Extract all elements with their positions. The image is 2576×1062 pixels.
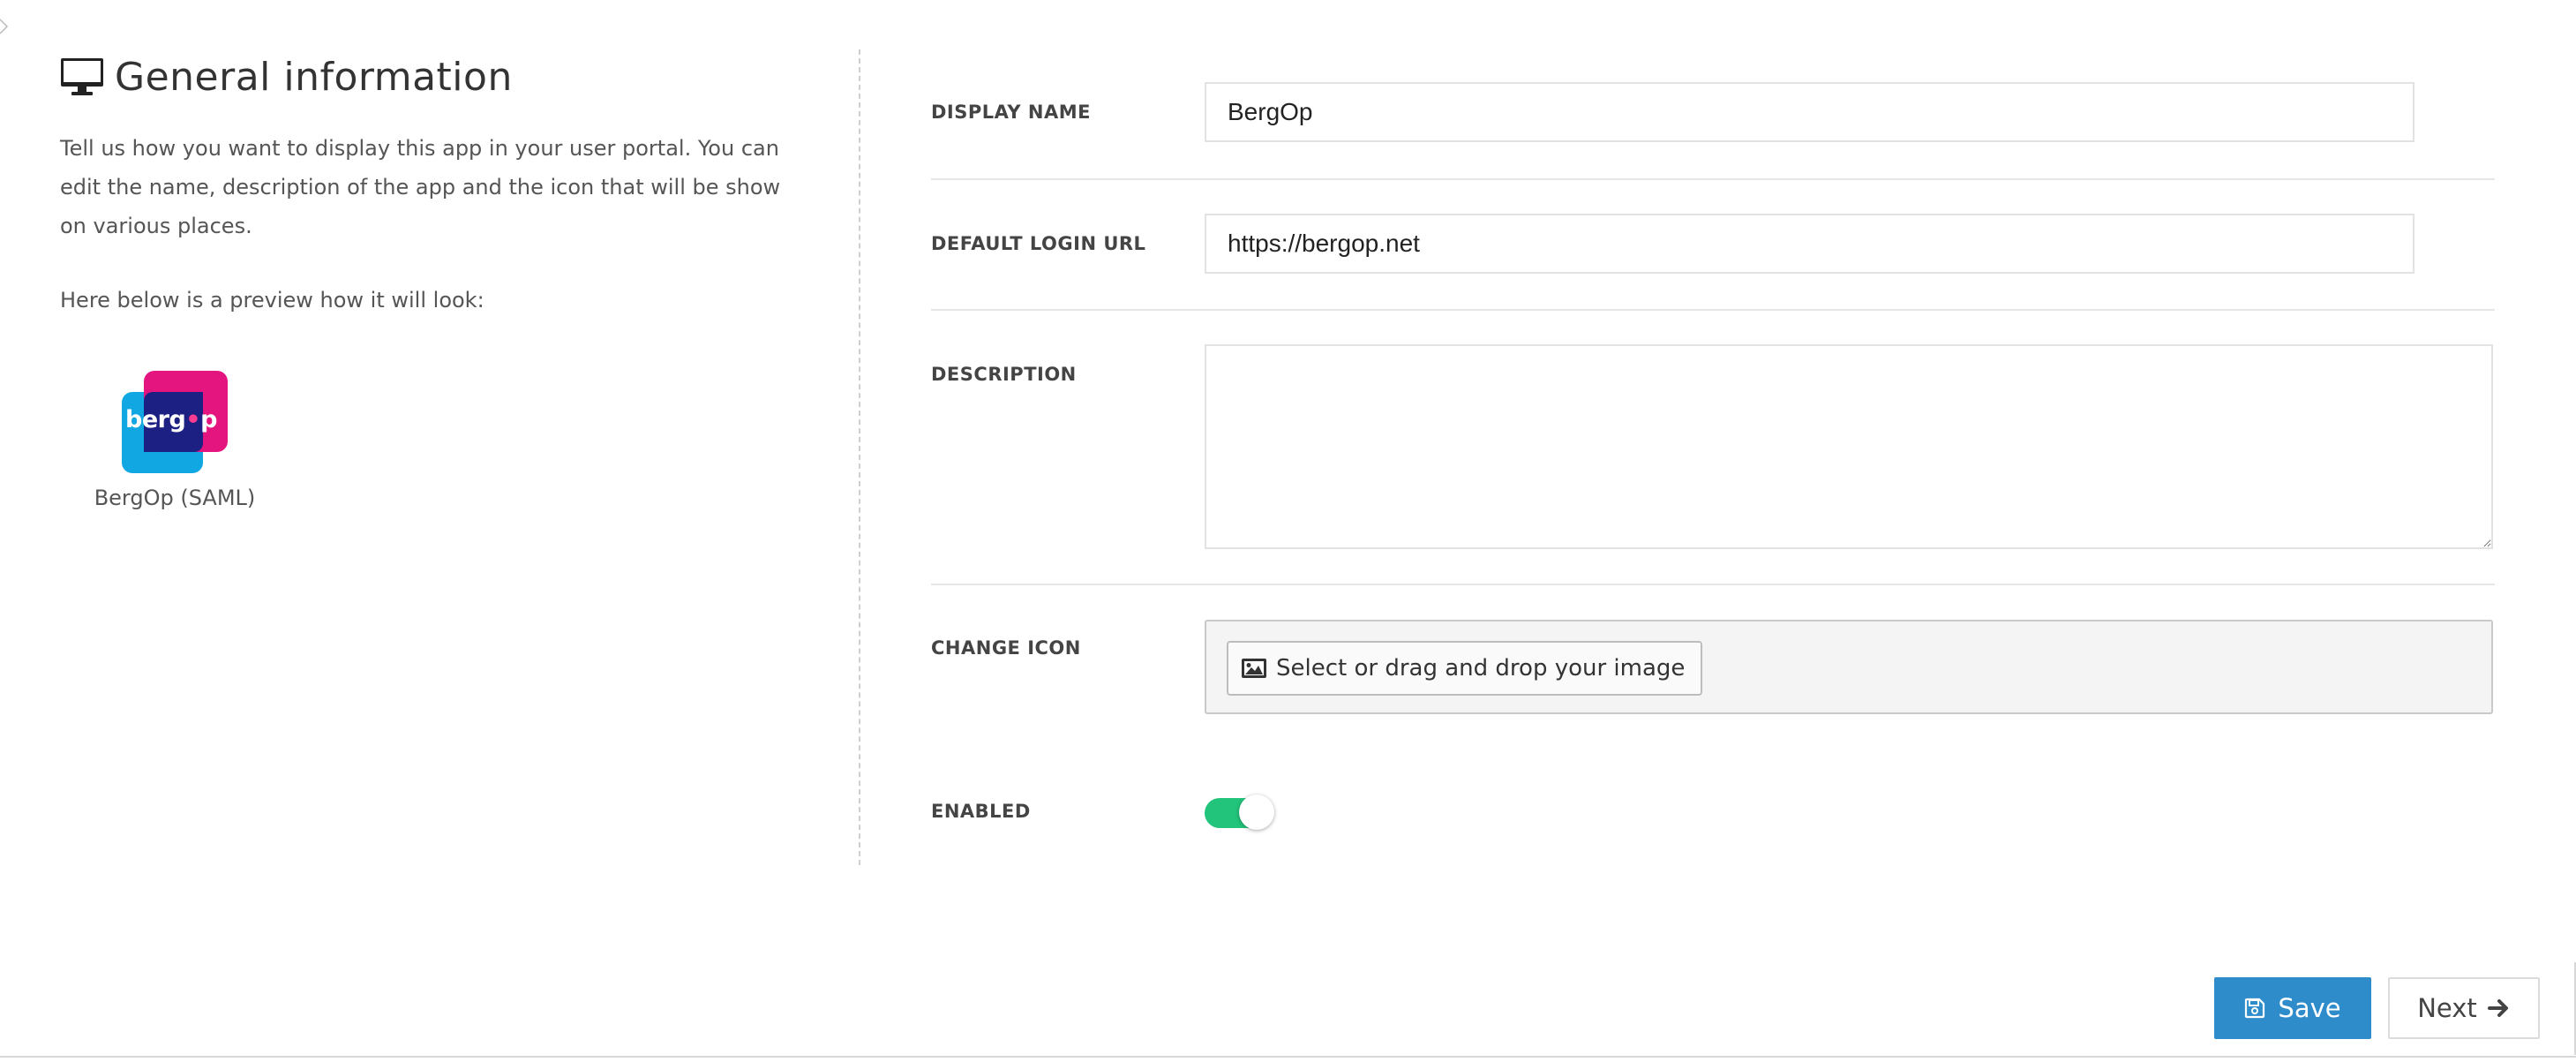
enabled-toggle[interactable]: [1205, 795, 1274, 832]
divider: [931, 309, 2495, 311]
enabled-label: ENABLED: [931, 801, 1031, 822]
next-button[interactable]: Next: [2388, 977, 2540, 1039]
display-name-label: DISPLAY NAME: [931, 102, 1091, 123]
description-label: DESCRIPTION: [931, 364, 1077, 385]
preview-label: Here below is a preview how it will look…: [60, 288, 484, 313]
app-preview-name: BergOp (SAML): [94, 486, 256, 510]
divider: [931, 178, 2495, 180]
column-divider: [859, 49, 860, 865]
image-icon: [1242, 659, 1266, 678]
app-logo: berg•p: [122, 371, 228, 475]
save-label: Save: [2278, 993, 2341, 1023]
display-name-input[interactable]: [1205, 82, 2415, 142]
app-preview: berg•p BergOp (SAML): [60, 371, 289, 510]
collapse-chevron-icon[interactable]: [0, 18, 9, 35]
select-image-button[interactable]: Select or drag and drop your image: [1227, 641, 1703, 696]
change-icon-label: CHANGE ICON: [931, 637, 1081, 659]
floppy-disk-icon: [2245, 998, 2265, 1019]
default-login-url-label: DEFAULT LOGIN URL: [931, 233, 1146, 254]
icon-dropzone[interactable]: Select or drag and drop your image: [1205, 620, 2493, 714]
monitor-icon: [61, 58, 103, 95]
divider: [931, 584, 2495, 585]
section-header: General information: [60, 51, 801, 102]
select-image-label: Select or drag and drop your image: [1276, 655, 1686, 682]
general-information-panel: General information Tell us how you want…: [60, 51, 801, 511]
page-title: General information: [115, 54, 513, 100]
arrow-right-icon: [2487, 999, 2508, 1017]
default-login-url-input[interactable]: [1205, 214, 2415, 274]
description-textarea[interactable]: [1205, 344, 2493, 549]
save-button[interactable]: Save: [2214, 977, 2371, 1039]
bottom-border: [0, 1056, 2576, 1058]
intro-text: Tell us how you want to display this app…: [60, 136, 781, 238]
next-label: Next: [2417, 993, 2477, 1023]
